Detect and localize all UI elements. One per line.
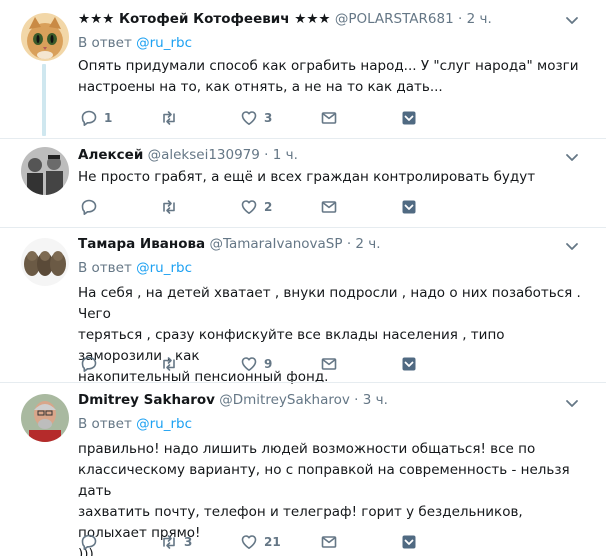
tweet-1[interactable]: ★★★ Котофей Котофеевич ★★★ @POLARSTAR681… xyxy=(0,0,606,134)
like-button[interactable]: 21 xyxy=(240,531,281,553)
save-button[interactable] xyxy=(400,107,418,129)
tweet-2[interactable]: Алексей @aleksei130979 · 1 ч. Не просто … xyxy=(0,139,606,225)
reply-to-line: В ответ @ru_rbc xyxy=(78,416,192,432)
mail-icon xyxy=(321,358,337,370)
heart-icon xyxy=(241,200,257,214)
author-name[interactable]: Алексей xyxy=(78,147,143,163)
tweet-actions: 3 21 xyxy=(78,531,438,553)
like-count: 21 xyxy=(264,535,281,549)
like-count: 2 xyxy=(264,200,273,214)
reply-to-line: В ответ @ru_rbc xyxy=(78,260,192,276)
avatar-aleksei[interactable] xyxy=(21,147,69,195)
heart-icon xyxy=(241,111,257,125)
like-count: 3 xyxy=(264,111,273,125)
author-handle[interactable]: @POLARSTAR681 xyxy=(335,11,454,27)
like-button[interactable]: 3 xyxy=(240,107,272,129)
retweet-icon xyxy=(163,111,175,125)
reply-button[interactable] xyxy=(80,353,104,375)
mail-icon xyxy=(321,536,337,548)
retweet-button[interactable] xyxy=(160,353,184,375)
author-handle[interactable]: @TamaraIvanovaSP xyxy=(209,236,342,252)
reply-label: В ответ xyxy=(78,260,132,276)
like-button[interactable]: 9 xyxy=(240,353,272,375)
save-icon xyxy=(402,357,416,371)
like-count: 9 xyxy=(264,357,273,371)
tweet-time[interactable]: · 1 ч. xyxy=(264,147,298,163)
retweet-icon xyxy=(163,357,175,371)
save-button[interactable] xyxy=(400,353,418,375)
thread-connector xyxy=(42,64,46,136)
save-icon xyxy=(402,111,416,125)
retweet-count: 3 xyxy=(184,535,193,549)
reply-button[interactable] xyxy=(80,531,104,553)
reply-icon xyxy=(81,534,97,550)
avatar-dmitrey[interactable] xyxy=(21,394,69,442)
reply-label: В ответ xyxy=(78,35,132,51)
chevron-down-icon[interactable] xyxy=(564,238,580,254)
reply-to-line: В ответ @ru_rbc xyxy=(78,35,192,51)
message-button[interactable] xyxy=(320,107,338,129)
tweet-actions: 2 xyxy=(78,196,438,218)
tweet-actions: 1 3 xyxy=(78,107,438,129)
avatar-cat[interactable] xyxy=(21,13,69,61)
chevron-down-icon[interactable] xyxy=(564,149,580,165)
tweet-header: Dmitrey Sakharov @DmitreySakharov · 3 ч. xyxy=(78,392,388,412)
author-handle[interactable]: @aleksei130979 xyxy=(148,147,260,163)
reply-button[interactable]: 1 xyxy=(80,107,112,129)
reply-label: В ответ xyxy=(78,416,132,432)
tweet-time[interactable]: · 2 ч. xyxy=(347,236,381,252)
reply-icon xyxy=(81,199,97,215)
tweet-header: Тамара Иванова @TamaraIvanovaSP · 2 ч. xyxy=(78,236,381,256)
reply-count: 1 xyxy=(104,111,113,125)
mail-icon xyxy=(321,201,337,213)
message-button[interactable] xyxy=(320,531,338,553)
tweet-4[interactable]: Dmitrey Sakharov @DmitreySakharov · 3 ч.… xyxy=(0,383,606,556)
tweet-time[interactable]: · 2 ч. xyxy=(458,11,492,27)
save-button[interactable] xyxy=(400,531,418,553)
tweet-header: Алексей @aleksei130979 · 1 ч. xyxy=(78,147,298,167)
tweet-actions: 9 xyxy=(78,353,438,375)
message-button[interactable] xyxy=(320,196,338,218)
reply-handle-link[interactable]: @ru_rbc xyxy=(136,416,192,432)
reply-handle-link[interactable]: @ru_rbc xyxy=(136,260,192,276)
reply-handle-link[interactable]: @ru_rbc xyxy=(136,35,192,51)
tweet-3[interactable]: Тамара Иванова @TamaraIvanovaSP · 2 ч. В… xyxy=(0,228,606,385)
retweet-icon xyxy=(163,535,175,549)
avatar-monkeys[interactable] xyxy=(21,238,69,286)
author-name[interactable]: ★★★ Котофей Котофеевич ★★★ xyxy=(78,11,331,27)
reply-icon xyxy=(81,356,97,372)
retweet-button[interactable] xyxy=(160,196,184,218)
author-handle[interactable]: @DmitreySakharov xyxy=(219,392,350,408)
retweet-button[interactable] xyxy=(160,107,184,129)
reply-button[interactable] xyxy=(80,196,104,218)
like-button[interactable]: 2 xyxy=(240,196,272,218)
chevron-down-icon[interactable] xyxy=(564,12,580,28)
tweet-header: ★★★ Котофей Котофеевич ★★★ @POLARSTAR681… xyxy=(78,11,492,31)
author-name[interactable]: Тамара Иванова xyxy=(78,236,205,252)
heart-icon xyxy=(241,357,257,371)
tweet-text: Не просто грабят, а ещё и всех граждан к… xyxy=(78,169,536,185)
retweet-icon xyxy=(163,200,175,214)
save-icon xyxy=(402,535,416,549)
tweet-text: Опять придумали способ как ограбить наро… xyxy=(78,58,579,95)
save-icon xyxy=(402,200,416,214)
author-name[interactable]: Dmitrey Sakharov xyxy=(78,392,215,408)
chevron-down-icon[interactable] xyxy=(564,395,580,411)
retweet-button[interactable]: 3 xyxy=(160,531,192,553)
heart-icon xyxy=(241,535,257,549)
tweet-time[interactable]: · 3 ч. xyxy=(354,392,388,408)
message-button[interactable] xyxy=(320,353,338,375)
reply-icon xyxy=(81,110,97,126)
save-button[interactable] xyxy=(400,196,418,218)
mail-icon xyxy=(321,112,337,124)
